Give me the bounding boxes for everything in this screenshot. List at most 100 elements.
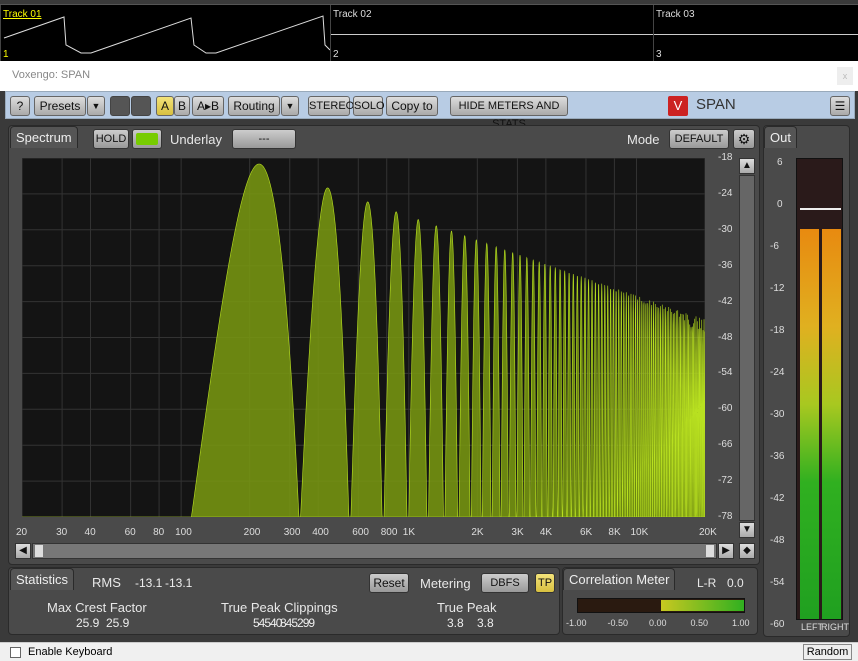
scroll-right-button[interactable]: ▶ — [718, 543, 734, 559]
meter-tick-label: 6 — [777, 157, 783, 168]
correlation-value: 0.0 — [727, 576, 744, 590]
freq-tick-label: 6K — [579, 527, 593, 538]
copy-to-button[interactable]: Copy to — [386, 96, 438, 116]
db-tick-label: -48 — [718, 331, 733, 343]
freq-tick-label: 3K — [511, 527, 524, 538]
db-tick-label: -18 — [718, 152, 733, 163]
status-bar: Enable Keyboard Random — [0, 642, 858, 661]
crest-right: 25.9 — [106, 616, 130, 630]
horizontal-scrollbar[interactable] — [32, 543, 717, 559]
tab-statistics[interactable]: Statistics — [10, 568, 75, 590]
redo-button[interactable] — [131, 96, 151, 116]
meter-tick-label: -48 — [770, 535, 785, 546]
spectrum-plot[interactable] — [21, 157, 706, 518]
help-button[interactable]: ? — [10, 96, 30, 116]
freq-tick-label: 400 — [312, 527, 329, 538]
freq-tick-label: 600 — [352, 527, 369, 538]
color-swatch-button[interactable] — [132, 129, 162, 149]
hide-meters-button[interactable]: HIDE METERS AND STATS — [450, 96, 568, 130]
correlation-bar — [577, 598, 745, 613]
track-number: 2 — [333, 49, 339, 60]
meter-tick-label: -18 — [770, 325, 785, 336]
correlation-mode: L-R — [697, 576, 717, 590]
track-name[interactable]: Track 02 — [333, 9, 372, 20]
meter-tick-label: 0 — [777, 199, 783, 210]
meter-tick-label: -60 — [770, 619, 785, 630]
spectrum-curve — [22, 163, 706, 518]
db-tick-label: -24 — [718, 187, 733, 199]
mode-select[interactable]: DEFAULT — [669, 129, 729, 149]
track-name[interactable]: Track 03 — [656, 9, 695, 20]
freq-tick-label: 40 — [84, 527, 96, 538]
underlay-label: Underlay — [170, 132, 223, 147]
db-tick-label: -30 — [718, 223, 733, 235]
undo-button[interactable] — [110, 96, 130, 116]
freq-tick-label: 200 — [243, 527, 261, 538]
vertical-scrollbar[interactable] — [739, 175, 755, 521]
freq-tick-label: 800 — [380, 527, 398, 538]
waveform — [3, 15, 331, 54]
freq-tick-label: 10K — [630, 527, 649, 538]
close-button[interactable]: x — [837, 67, 853, 85]
toolbar: ? Presets ▼ A B A▸B Routing ▼ STEREO SOL… — [5, 91, 855, 130]
zoom-reset-button[interactable]: ◆ — [739, 543, 755, 559]
stereo-button[interactable]: STEREO — [308, 96, 354, 116]
metering-select[interactable]: DBFS — [481, 573, 529, 593]
track-number: 1 — [3, 49, 9, 60]
metering-label: Metering — [420, 576, 471, 591]
db-tick-label: -72 — [718, 475, 733, 487]
preset-b-button[interactable]: B — [174, 96, 190, 116]
true-peak-label: True Peak — [437, 600, 497, 615]
correlation-fill — [661, 600, 744, 611]
enable-keyboard-checkbox[interactable] — [10, 647, 21, 658]
hold-button[interactable]: HOLD — [93, 129, 129, 149]
correlation-tick-label: -0.50 — [607, 618, 629, 628]
reset-button[interactable]: Reset — [369, 573, 409, 593]
menu-button[interactable]: ☰ — [830, 96, 850, 116]
tab-correlation-meter[interactable]: Correlation Meter — [563, 568, 676, 590]
crest-label: Max Crest Factor — [47, 600, 147, 615]
db-tick-label: -66 — [718, 439, 733, 451]
routing-dropdown[interactable]: ▼ — [281, 96, 299, 116]
track-3[interactable]: Track 03 3 — [653, 5, 858, 62]
scroll-left-button[interactable]: ◀ — [15, 543, 31, 559]
underlay-select[interactable]: --- — [232, 129, 296, 149]
presets-dropdown[interactable]: ▼ — [87, 96, 105, 116]
db-tick-label: -60 — [718, 403, 733, 415]
meter-tick-label: -36 — [770, 451, 785, 462]
meter-channel-fill — [822, 229, 841, 619]
meter-left-label: LEFT — [801, 622, 824, 632]
track-1[interactable]: Track 01 1 — [0, 5, 331, 62]
true-peak-left: 3.8 — [447, 616, 464, 630]
meter-tick-label: -24 — [770, 367, 785, 378]
freq-tick-label: 2K — [471, 527, 484, 538]
copy-a-to-b-button[interactable]: A▸B — [192, 96, 224, 116]
tab-out[interactable]: Out — [764, 126, 797, 148]
spectrum-graph — [21, 157, 706, 518]
freq-tick-label: 60 — [124, 527, 136, 538]
meter-tick-label: -6 — [770, 241, 779, 252]
presets-button[interactable]: Presets — [34, 96, 86, 116]
preset-a-button[interactable]: A — [156, 96, 174, 116]
freq-tick-label: 80 — [153, 527, 165, 538]
routing-button[interactable]: Routing — [228, 96, 280, 116]
waveform — [331, 34, 653, 35]
correlation-tick-label: 1.00 — [732, 618, 750, 628]
clippings-left: 54540 — [253, 616, 282, 630]
scroll-up-button[interactable]: ▲ — [739, 158, 755, 174]
settings-gear-icon[interactable]: ⚙ — [733, 129, 755, 149]
scroll-down-button[interactable]: ▼ — [739, 522, 755, 538]
db-tick-label: -36 — [718, 259, 733, 271]
track-2[interactable]: Track 02 2 — [330, 5, 653, 62]
crest-left: 25.9 — [76, 616, 100, 630]
solo-button[interactable]: SOLO — [353, 96, 385, 116]
true-peak-toggle[interactable]: TP — [535, 573, 555, 593]
freq-tick-label: 20 — [16, 527, 28, 538]
clippings-right: 845299 — [280, 616, 315, 630]
freq-tick-label: 30 — [56, 527, 68, 538]
tab-spectrum[interactable]: Spectrum — [10, 126, 78, 148]
freq-tick-label: 300 — [283, 527, 301, 538]
random-button[interactable]: Random — [803, 644, 852, 660]
plugin-titlebar: Voxengo: SPAN x — [0, 61, 858, 91]
voxengo-logo-icon: V — [668, 96, 688, 116]
